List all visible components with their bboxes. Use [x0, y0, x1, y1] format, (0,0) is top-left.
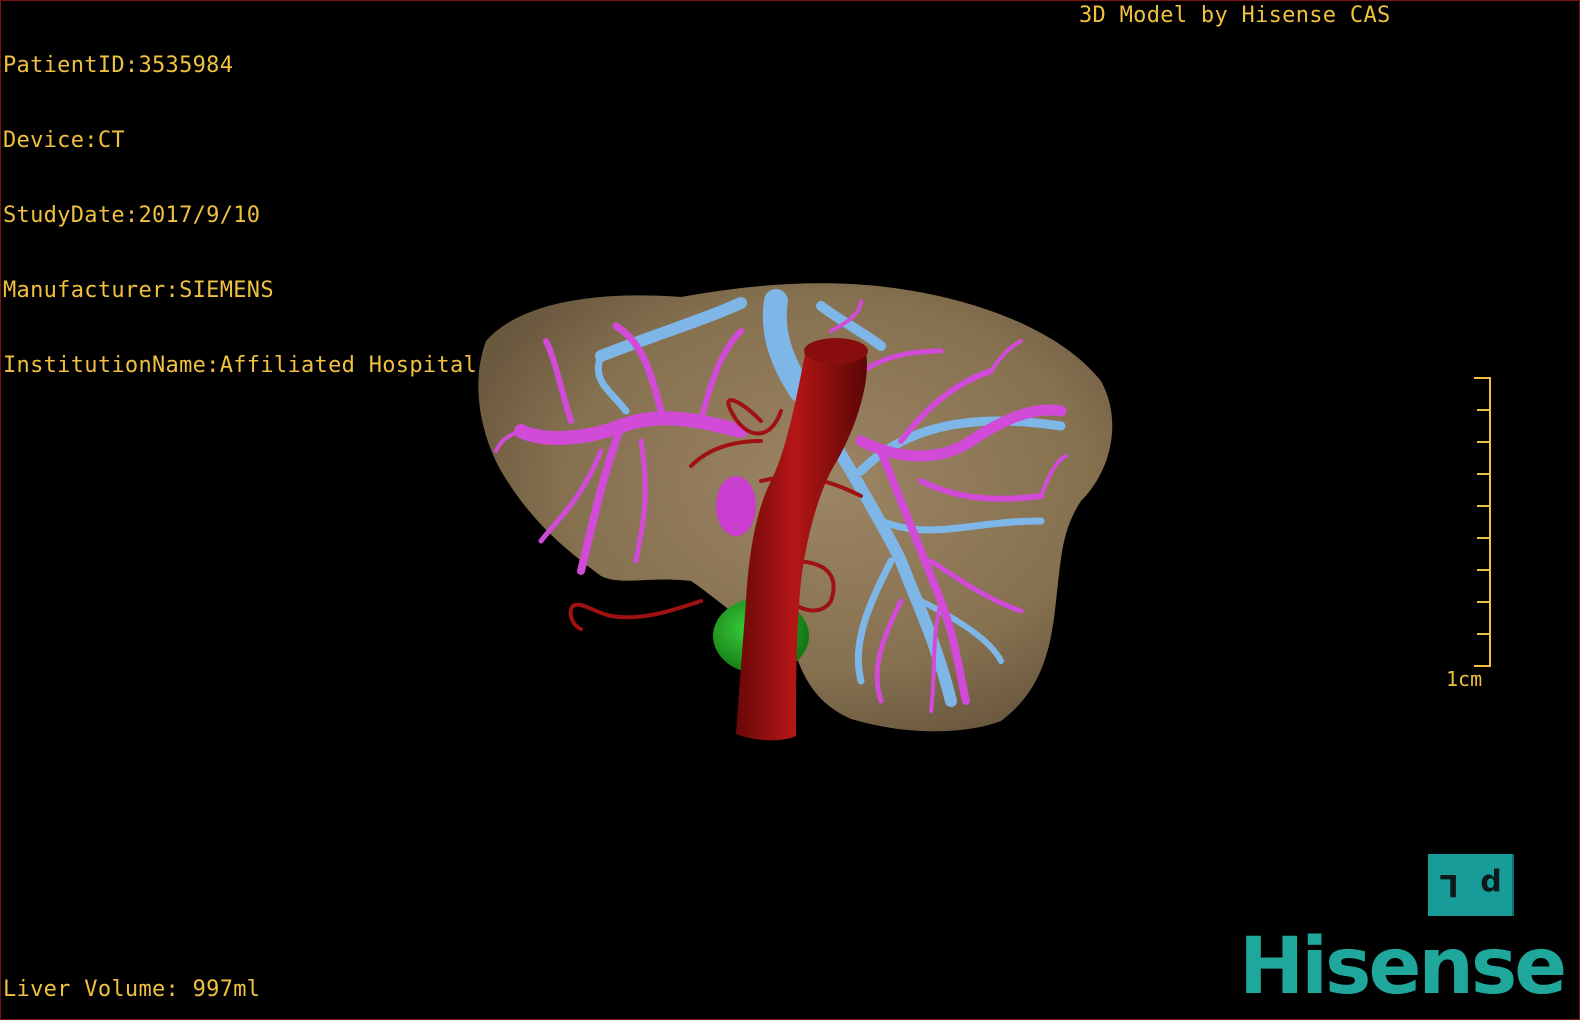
liver-3d-model[interactable] — [1, 1, 1580, 1020]
ivc-top-opening — [804, 338, 868, 364]
scale-label: 1cm — [1446, 667, 1483, 691]
hisense-logo: Hisense — [1239, 922, 1567, 1012]
3d-viewport[interactable]: PatientID:3535984 Device:CT StudyDate:20… — [0, 0, 1580, 1020]
orientation-cube-icon[interactable]: L p — [1428, 854, 1514, 916]
orientation-right-face: p — [1470, 854, 1514, 916]
portal-confluence — [716, 476, 756, 536]
scale-bar-icon — [1474, 377, 1491, 667]
liver-volume-text: Liver Volume: 997ml — [3, 977, 261, 1002]
orientation-left-face: L — [1439, 867, 1459, 903]
